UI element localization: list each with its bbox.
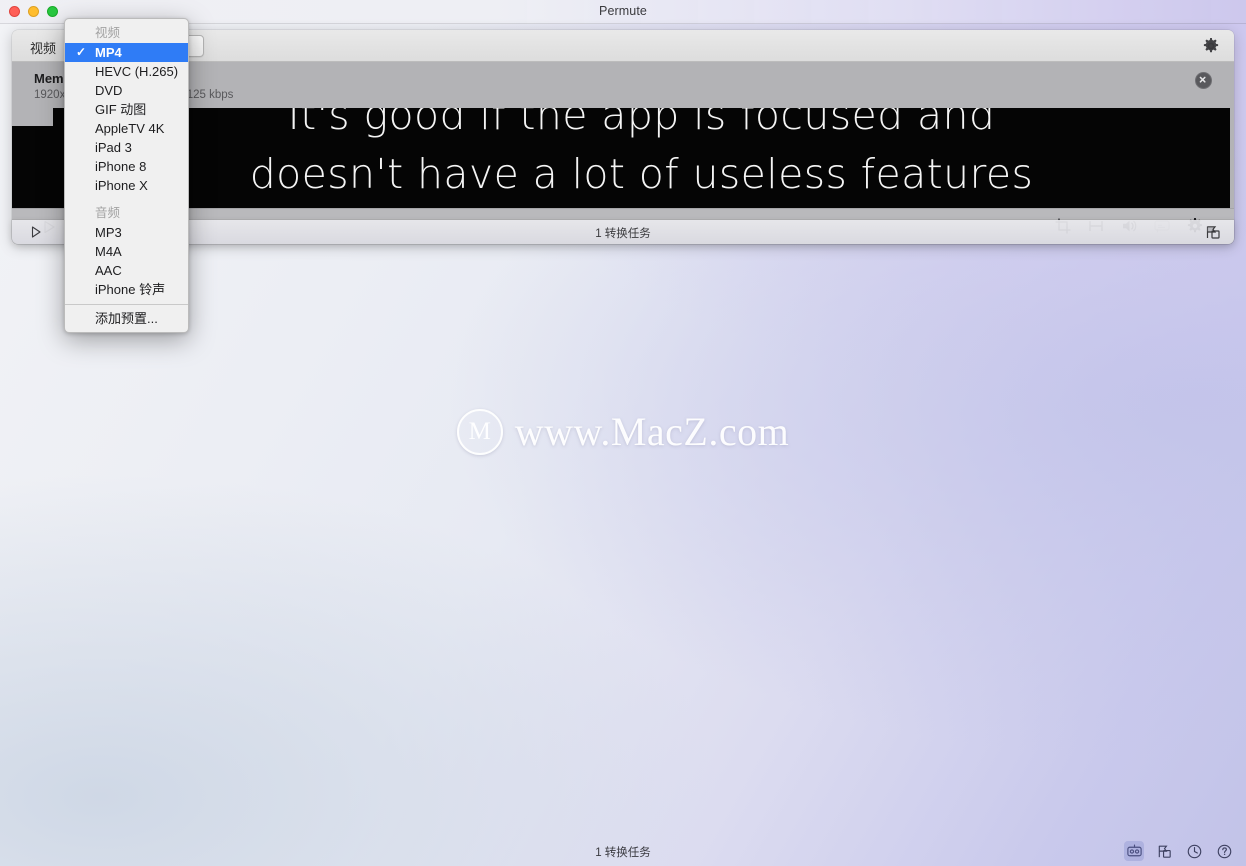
queue-icon[interactable] [1204, 223, 1222, 241]
menu-item-ipad-3[interactable]: iPad 3 [65, 138, 188, 157]
menu-section-header-video: 视频 [95, 26, 121, 40]
menu-item-m4a[interactable]: M4A [65, 242, 188, 261]
menu-item-label: MP3 [95, 225, 122, 240]
menu-item-add-preset[interactable]: 添加预置... [65, 309, 188, 328]
check-icon: ✓ [76, 45, 87, 59]
video-preview[interactable]: It's good if the app is focused and does… [53, 108, 1230, 208]
menu-item-iphone-ringtone[interactable]: iPhone 铃声 [65, 280, 188, 299]
menu-item-label: GIF 动图 [95, 102, 147, 117]
bottom-task-count: 1 转换任务 [595, 847, 651, 859]
menu-item-iphone-x[interactable]: iPhone X [65, 176, 188, 195]
menu-item-label: HEVC (H.265) [95, 64, 179, 79]
menu-separator [65, 304, 188, 305]
desktop-background: Permute M www.MacZ.com 视频 Memo 1920x… 12… [0, 0, 1246, 866]
presets-icon[interactable] [1124, 841, 1144, 861]
bottom-icon-group [1124, 841, 1234, 861]
history-icon[interactable] [1184, 841, 1204, 861]
menu-item-label: iPhone 铃声 [95, 282, 166, 297]
bottom-status-bar: 1 转换任务 [0, 836, 1246, 866]
conversion-task-count: 1 转换任务 [595, 228, 651, 240]
queue-icon[interactable] [1154, 841, 1174, 861]
menu-item-label: iPhone 8 [95, 159, 147, 174]
video-caption-line-1: It's good if the app is focused and [287, 108, 996, 139]
file-card[interactable]: Memo 1920x… …ps • 00:56 • AAC • 125 kbps… [12, 62, 1234, 244]
window-title: Permute [599, 4, 647, 18]
menu-item-label: M4A [95, 244, 122, 259]
menu-item-mp3[interactable]: MP3 [65, 223, 188, 242]
video-caption-line-2: doesn't have a lot of useless features [249, 150, 1034, 198]
menu-item-mp4[interactable]: ✓ MP4 [65, 43, 188, 62]
menu-item-dvd[interactable]: DVD [65, 81, 188, 100]
watermark-logo: M [456, 408, 503, 455]
menu-item-aac[interactable]: AAC [65, 261, 188, 280]
help-icon[interactable] [1214, 841, 1234, 861]
video-left-fill [12, 126, 54, 208]
document-status-bar: 1 转换任务 [12, 220, 1234, 244]
app-toolbar: 视频 [12, 30, 1234, 62]
menu-section-header-audio: 音频 [95, 206, 121, 220]
menu-item-appletv-4k[interactable]: AppleTV 4K [65, 119, 188, 138]
menu-item-label: AAC [95, 263, 122, 278]
menu-item-label: AppleTV 4K [95, 121, 165, 136]
format-category-label: 视频 [30, 41, 57, 56]
menu-item-iphone-8[interactable]: iPhone 8 [65, 157, 188, 176]
close-circle-icon[interactable] [1195, 72, 1212, 89]
menu-item-label: iPad 3 [95, 140, 132, 155]
menu-item-label: iPhone X [95, 178, 148, 193]
watermark: M www.MacZ.com [0, 408, 1246, 455]
permute-document-window: 视频 Memo 1920x… …ps • 00:56 • AAC • 125 k… [12, 30, 1234, 244]
file-specs: 1920x… …ps • 00:56 • AAC • 125 kbps [34, 89, 234, 101]
gear-icon[interactable] [1202, 37, 1220, 55]
watermark-text: www.MacZ.com [514, 409, 790, 454]
menu-item-label: 添加预置... [95, 311, 158, 326]
file-name: Memo [34, 71, 72, 86]
menu-item-label: DVD [95, 83, 123, 98]
menu-item-label: MP4 [95, 45, 122, 60]
format-dropdown-menu[interactable]: 视频 ✓ MP4 HEVC (H.265) DVD GIF 动图 AppleTV… [64, 18, 189, 333]
file-metadata: Memo 1920x… …ps • 00:56 • AAC • 125 kbps [34, 70, 1194, 103]
menu-item-hevc[interactable]: HEVC (H.265) [65, 62, 188, 81]
menu-item-gif[interactable]: GIF 动图 [65, 100, 188, 119]
